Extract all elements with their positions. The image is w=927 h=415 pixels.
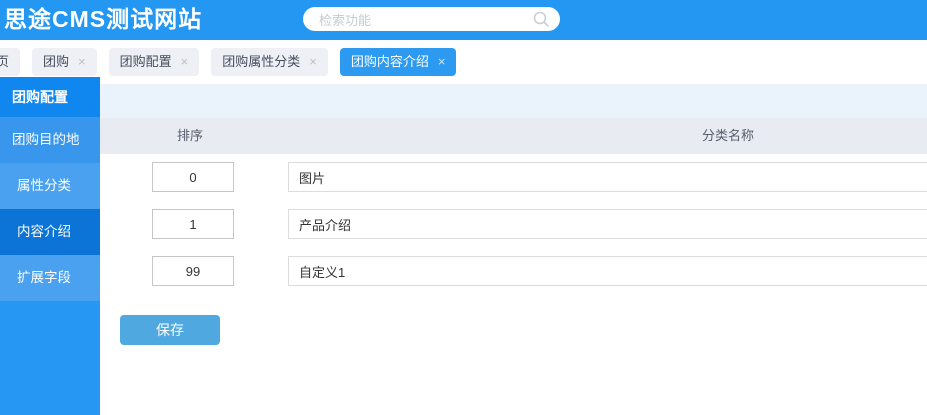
close-icon[interactable]: × <box>438 48 446 76</box>
close-icon[interactable]: × <box>78 48 86 76</box>
close-icon[interactable]: × <box>181 48 189 76</box>
sidebar: 团购配置 团购目的地 属性分类 内容介绍 扩展字段 <box>0 77 100 415</box>
main-content: 排序 分类名称 保存 <box>100 77 927 415</box>
sidebar-item-attribute-category[interactable]: 属性分类 <box>0 163 100 209</box>
sidebar-item-extended-fields[interactable]: 扩展字段 <box>0 255 100 301</box>
column-header-name: 分类名称 <box>658 118 798 154</box>
sort-input[interactable] <box>152 162 234 192</box>
search-box[interactable] <box>303 7 560 31</box>
tab-label: 团购 <box>43 48 69 76</box>
site-title: 思途CMS测试网站 <box>4 0 202 40</box>
tab-attribute-category[interactable]: 团购属性分类 × <box>211 48 328 76</box>
search-input[interactable] <box>317 7 521 33</box>
tab-label: 团购内容介绍 <box>351 48 429 76</box>
search-icon[interactable] <box>532 10 550 28</box>
table-row <box>100 162 927 192</box>
category-name-input[interactable] <box>288 162 927 192</box>
sort-input[interactable] <box>152 256 234 286</box>
content-top-strip <box>100 84 927 118</box>
category-name-input[interactable] <box>288 209 927 239</box>
tab-label: 团购配置 <box>120 48 172 76</box>
top-bar: 思途CMS测试网站 <box>0 0 927 40</box>
sort-input[interactable] <box>152 209 234 239</box>
tab-content-intro[interactable]: 团购内容介绍 × <box>340 48 457 76</box>
table-row <box>100 209 927 239</box>
sidebar-item-content-intro[interactable]: 内容介绍 <box>0 209 100 255</box>
column-header-sort: 排序 <box>140 118 240 154</box>
sidebar-item-destination[interactable]: 团购目的地 <box>0 117 100 163</box>
tab-home[interactable]: 主页 <box>0 48 20 76</box>
table-header: 排序 分类名称 <box>100 118 927 154</box>
tab-tuangou[interactable]: 团购 × <box>32 48 97 76</box>
tab-label: 团购属性分类 <box>222 48 300 76</box>
category-name-input[interactable] <box>288 256 927 286</box>
save-button[interactable]: 保存 <box>120 315 220 345</box>
tab-tuangou-config[interactable]: 团购配置 × <box>109 48 200 76</box>
sidebar-header[interactable]: 团购配置 <box>0 77 100 117</box>
tab-label: 主页 <box>0 48 9 76</box>
close-icon[interactable]: × <box>309 48 317 76</box>
table-row <box>100 256 927 286</box>
tab-bar: 主页 团购 × 团购配置 × 团购属性分类 × 团购内容介绍 × <box>0 40 927 77</box>
